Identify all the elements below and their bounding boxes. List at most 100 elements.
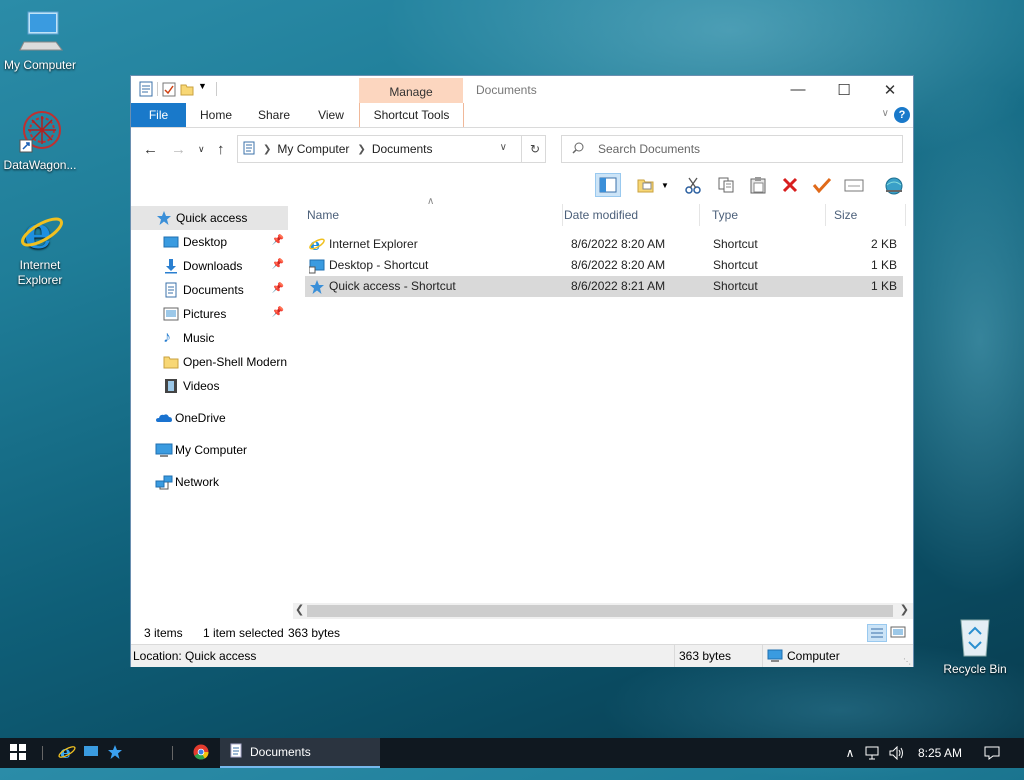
resize-grip-icon[interactable]: ⋱ bbox=[903, 657, 911, 666]
desktop-icon-my-computer[interactable]: My Computer bbox=[0, 8, 80, 72]
nav-item-onedrive[interactable]: OneDrive bbox=[131, 406, 288, 430]
refresh-icon[interactable]: ↻ bbox=[521, 135, 548, 163]
desktop-icon-internet-explorer[interactable]: e Internet Explorer bbox=[0, 208, 80, 288]
taskbar-documents-window[interactable]: Documents bbox=[220, 738, 380, 768]
quick-access-star-icon bbox=[156, 210, 172, 226]
details-view-icon[interactable] bbox=[867, 624, 887, 642]
clock[interactable]: 8:25 AM bbox=[912, 738, 968, 768]
nav-item-music[interactable]: ♪ Music bbox=[131, 326, 288, 350]
nav-item-videos[interactable]: Videos bbox=[131, 374, 288, 398]
search-box[interactable]: Search Documents bbox=[561, 135, 903, 163]
nav-item-network[interactable]: Network bbox=[131, 470, 288, 494]
tab-view[interactable]: View bbox=[306, 103, 356, 127]
table-row[interactable]: Desktop - Shortcut 8/6/2022 8:20 AM Shor… bbox=[305, 255, 903, 276]
desktop-icon-recycle-bin[interactable]: Recycle Bin bbox=[935, 612, 1015, 676]
address-dropdown-chevron-icon[interactable]: ∨ bbox=[500, 142, 507, 153]
computer-icon bbox=[155, 442, 173, 458]
cut-icon[interactable] bbox=[680, 173, 706, 197]
copy-icon[interactable] bbox=[713, 173, 739, 197]
scroll-left-chevron-icon[interactable]: ❮ bbox=[295, 603, 304, 616]
manage-context-tab-group[interactable]: Manage bbox=[359, 78, 463, 105]
show-hidden-icons-chevron-icon[interactable]: ∧ bbox=[840, 738, 860, 768]
desktop-icon-label: Recycle Bin bbox=[943, 662, 1007, 676]
new-folder-icon[interactable] bbox=[180, 81, 194, 97]
close-button[interactable]: ✕ bbox=[867, 76, 913, 103]
desktop-icon-label: My Computer bbox=[3, 58, 77, 72]
tab-shortcut-tools[interactable]: Shortcut Tools bbox=[359, 103, 464, 127]
file-list: ∧ Name Date modified Type Size e Interne… bbox=[293, 196, 913, 604]
minimize-button[interactable]: — bbox=[775, 76, 821, 103]
horizontal-scrollbar[interactable]: ❮ ❯ bbox=[293, 603, 913, 619]
taskbar-quick-access[interactable] bbox=[104, 738, 126, 768]
properties-icon[interactable] bbox=[162, 81, 176, 97]
taskbar-chrome[interactable] bbox=[188, 738, 214, 768]
maximize-button[interactable]: ☐ bbox=[821, 76, 867, 103]
breadcrumb-separator-icon: ❯ bbox=[263, 143, 272, 155]
folder-options-icon[interactable] bbox=[633, 173, 659, 197]
address-row: ← → ∨ ↑ ❯ My Computer ❯ Documents ∨ ↻ Se… bbox=[131, 128, 913, 170]
desktop-icon-datawagon[interactable]: DataWagon... bbox=[0, 108, 80, 172]
videos-icon bbox=[163, 378, 179, 394]
scroll-right-chevron-icon[interactable]: ❯ bbox=[900, 603, 909, 616]
recent-locations-chevron-icon[interactable]: ∨ bbox=[198, 144, 205, 155]
nav-item-downloads[interactable]: Downloads 📌 bbox=[131, 254, 288, 278]
nav-item-open-shell-modern[interactable]: Open-Shell Modern bbox=[131, 350, 288, 374]
pin-icon: 📌 bbox=[271, 259, 284, 270]
start-button[interactable] bbox=[0, 738, 36, 768]
customize-qat-chevron-icon[interactable]: ▼ bbox=[198, 81, 212, 97]
back-arrow-icon[interactable]: ← bbox=[143, 141, 158, 158]
table-row[interactable]: Quick access - Shortcut 8/6/2022 8:21 AM… bbox=[305, 276, 903, 297]
taskbar-internet-explorer[interactable]: e bbox=[56, 738, 78, 768]
breadcrumb-documents[interactable]: Documents bbox=[372, 142, 433, 156]
tab-home[interactable]: Home bbox=[191, 103, 241, 127]
documents-icon bbox=[243, 141, 255, 158]
up-arrow-icon[interactable]: ↑ bbox=[217, 141, 225, 158]
nav-item-documents[interactable]: Documents 📌 bbox=[131, 278, 288, 302]
file-date: 8/6/2022 8:20 AM bbox=[571, 237, 666, 251]
documents-icon bbox=[163, 282, 179, 298]
folder-icon bbox=[163, 354, 179, 370]
large-icons-view-icon[interactable] bbox=[890, 625, 906, 642]
window-title: Documents bbox=[476, 83, 537, 97]
email-icon[interactable] bbox=[841, 173, 867, 197]
navigation-pane-toggle-icon[interactable] bbox=[595, 173, 621, 197]
paste-icon[interactable] bbox=[745, 173, 771, 197]
title-bar[interactable]: ▼ Manage Documents — ☐ ✕ bbox=[131, 76, 913, 105]
scrollbar-thumb[interactable] bbox=[307, 605, 893, 617]
column-header-size[interactable]: Size bbox=[826, 204, 906, 226]
network-tray-icon[interactable] bbox=[862, 738, 884, 768]
taskbar-show-desktop[interactable] bbox=[80, 738, 102, 768]
search-input[interactable]: Search Documents bbox=[598, 142, 700, 156]
breadcrumb-my-computer[interactable]: My Computer bbox=[277, 142, 349, 156]
tab-file[interactable]: File bbox=[131, 103, 186, 127]
documents-icon bbox=[230, 743, 242, 761]
pin-icon: 📌 bbox=[271, 307, 284, 318]
properties-checkmark-icon[interactable] bbox=[809, 173, 835, 197]
globe-icon[interactable] bbox=[881, 173, 907, 197]
nav-item-my-computer[interactable]: My Computer bbox=[131, 438, 288, 462]
ribbon-expand-chevron-icon[interactable]: ∨ bbox=[882, 108, 889, 119]
action-center-notification-icon[interactable] bbox=[978, 738, 1006, 768]
folder-options-chevron-icon[interactable]: ▼ bbox=[659, 173, 671, 197]
nav-item-pictures[interactable]: Pictures 📌 bbox=[131, 302, 288, 326]
column-header-name[interactable]: Name bbox=[293, 204, 563, 226]
address-bar[interactable]: ❯ My Computer ❯ Documents ∨ bbox=[237, 135, 546, 163]
internet-explorer-icon: e bbox=[58, 743, 76, 764]
file-size: 1 KB bbox=[870, 279, 897, 293]
column-header-type[interactable]: Type bbox=[704, 204, 826, 226]
computer-icon bbox=[16, 8, 64, 56]
details-bar: Location: Quick access 363 bytes Compute… bbox=[131, 644, 913, 667]
help-button[interactable]: ? bbox=[894, 107, 910, 123]
volume-icon[interactable] bbox=[886, 738, 908, 768]
selection-count: 1 item selected bbox=[203, 625, 284, 640]
desktop-icon-label: DataWagon... bbox=[3, 158, 77, 172]
zone-text: Computer bbox=[787, 649, 840, 663]
tab-share[interactable]: Share bbox=[249, 103, 299, 127]
forward-arrow-icon[interactable]: → bbox=[171, 141, 186, 158]
table-row[interactable]: e Internet Explorer 8/6/2022 8:20 AM Sho… bbox=[305, 234, 903, 255]
nav-item-desktop[interactable]: Desktop 📌 bbox=[131, 230, 288, 254]
column-header-date-modified[interactable]: Date modified bbox=[556, 204, 700, 226]
delete-icon[interactable] bbox=[777, 173, 803, 197]
downloads-icon bbox=[163, 258, 179, 274]
nav-item-quick-access[interactable]: Quick access bbox=[131, 206, 288, 230]
